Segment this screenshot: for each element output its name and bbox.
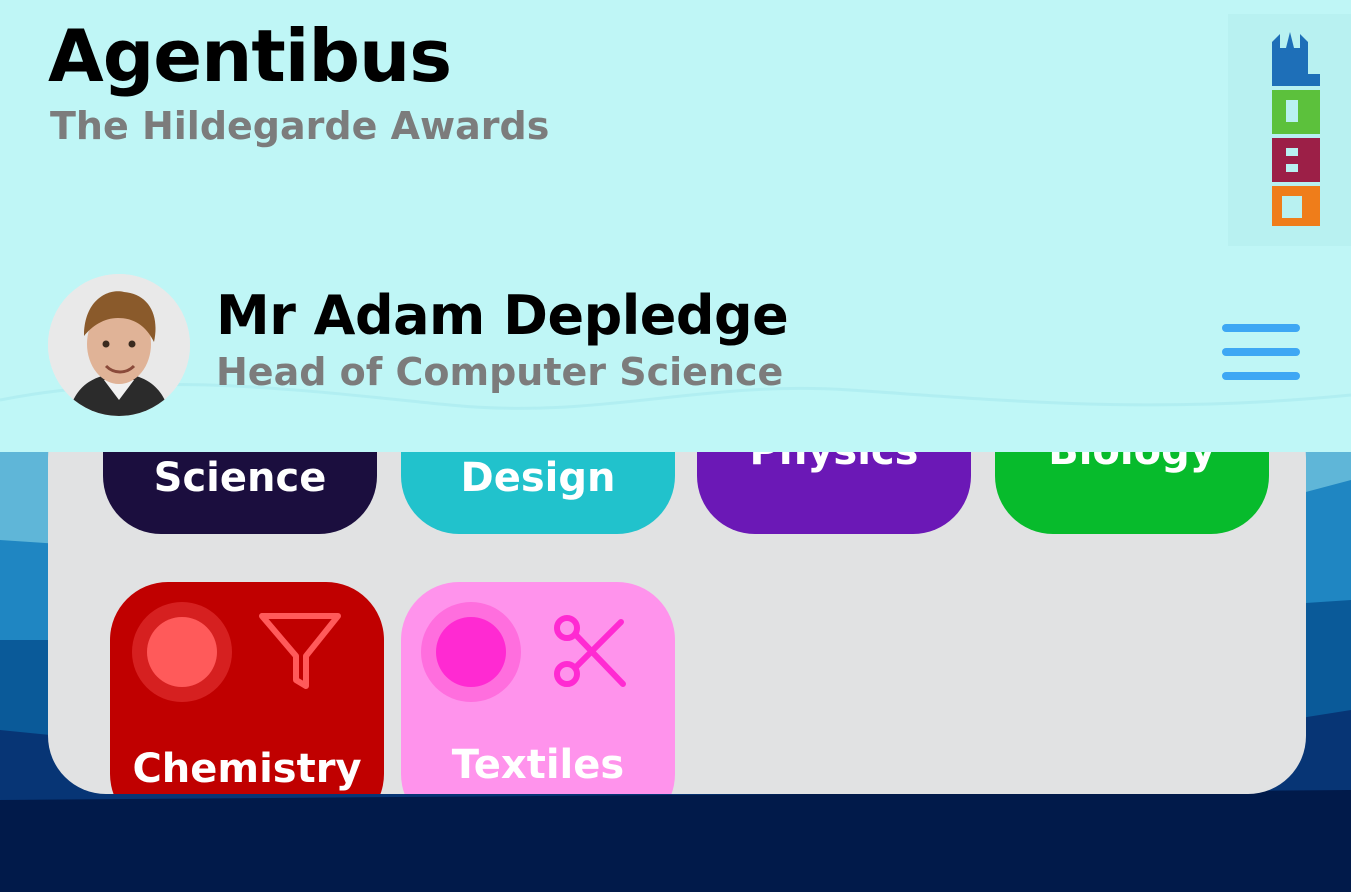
scissors-icon [554, 615, 626, 687]
subject-label: Design [460, 455, 616, 501]
user-avatar[interactable] [48, 274, 190, 416]
subject-label: Chemistry [132, 746, 362, 792]
status-dot [132, 602, 232, 702]
subjects-panel: Science Design Physics Biology Chemistry… [48, 400, 1306, 794]
subject-tile-chemistry[interactable]: Chemistry [110, 582, 384, 794]
castle-logo-icon [1228, 14, 1351, 246]
user-role: Head of Computer Science [216, 350, 784, 394]
user-name: Mr Adam Depledge [216, 284, 789, 347]
subject-label: Textiles [451, 742, 625, 788]
subject-tile-textiles[interactable]: Textiles [401, 582, 675, 794]
status-dot [421, 602, 521, 702]
user-avatar-photo [48, 274, 190, 416]
flask-funnel-icon [259, 613, 341, 689]
hamburger-menu-icon[interactable] [1222, 324, 1300, 382]
app-title: Agentibus [48, 14, 452, 98]
subject-label: Science [153, 455, 327, 501]
app-subtitle: The Hildegarde Awards [50, 104, 550, 148]
